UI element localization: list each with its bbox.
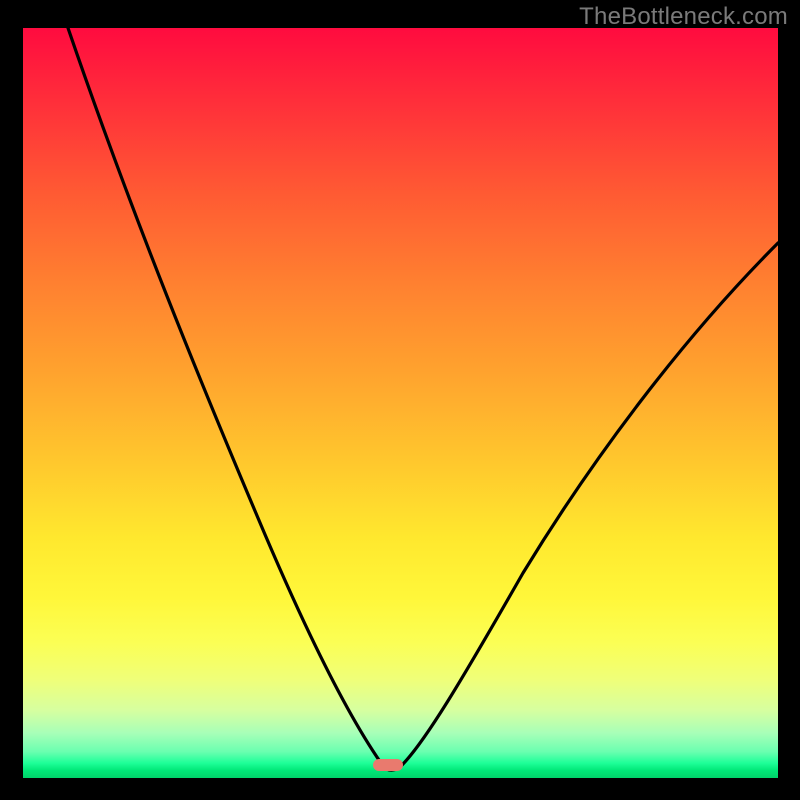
chart-plot-area <box>23 28 778 778</box>
watermark-text: TheBottleneck.com <box>579 3 788 31</box>
bottleneck-curve <box>23 28 778 778</box>
chart-frame: TheBottleneck.com <box>0 0 800 800</box>
optimal-marker <box>373 759 403 771</box>
